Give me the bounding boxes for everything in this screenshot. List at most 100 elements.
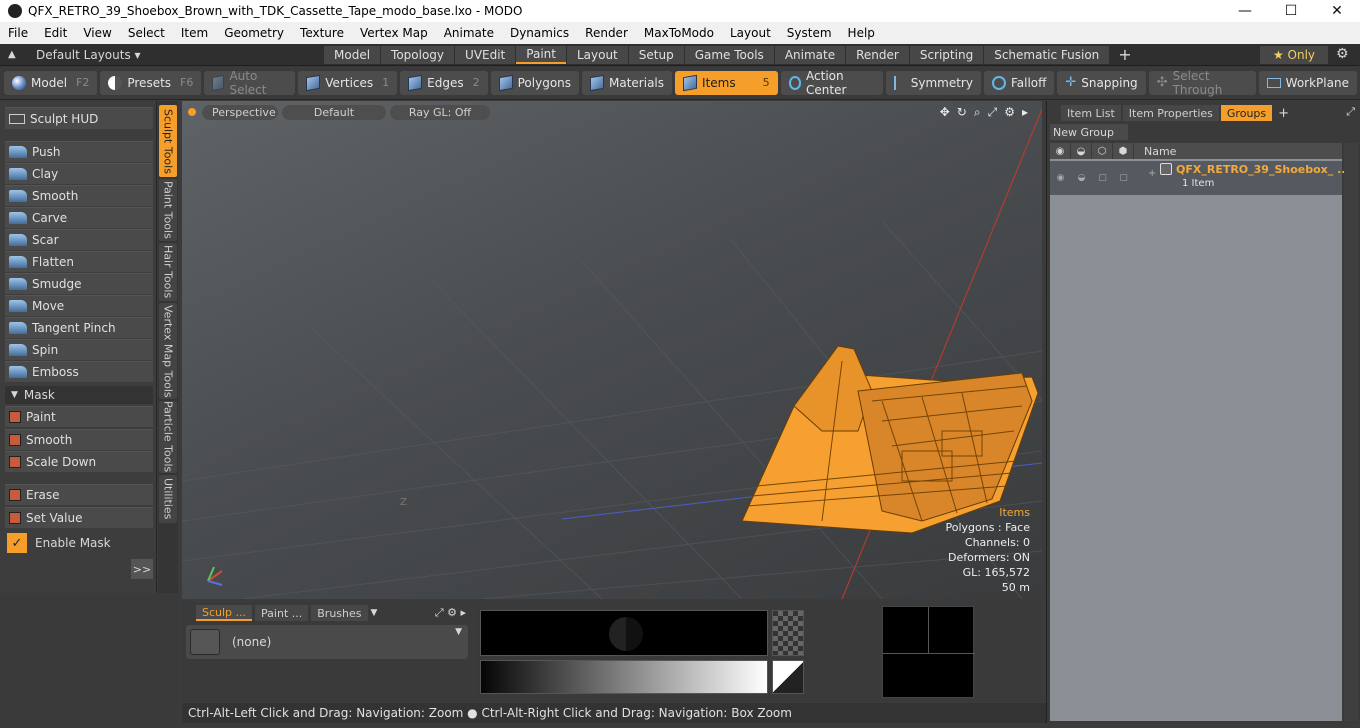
tab-model[interactable]: Model xyxy=(324,45,381,64)
mask-section-header[interactable]: ▼ Mask xyxy=(5,386,153,404)
pan-icon[interactable]: ✥ xyxy=(940,105,950,120)
menu-item[interactable]: Item xyxy=(173,26,216,40)
tab-paint-brush[interactable]: Paint ... xyxy=(255,605,309,621)
viewport-gear-icon[interactable]: ⚙ xyxy=(1004,105,1015,120)
add-panel-tab-button[interactable]: + xyxy=(1278,106,1289,121)
tool-flatten[interactable]: Flatten xyxy=(5,251,153,272)
tab-paint[interactable]: Paint xyxy=(516,45,566,64)
tool-spin[interactable]: Spin xyxy=(5,339,153,360)
row-select-checkbox[interactable]: ▢ xyxy=(1113,161,1134,195)
menu-help[interactable]: Help xyxy=(840,26,883,40)
tool-smudge[interactable]: Smudge xyxy=(5,273,153,294)
visibility-column-eye-icon[interactable]: ◉ xyxy=(1050,143,1071,159)
menu-system[interactable]: System xyxy=(779,26,840,40)
expand-row-icon[interactable]: + xyxy=(1148,168,1156,179)
vtab-sculpt-tools[interactable]: Sculpt Tools xyxy=(159,105,177,177)
vtab-utilities[interactable]: Utilities xyxy=(159,475,177,523)
shading-dropdown[interactable]: Default xyxy=(282,104,386,120)
set-value-button[interactable]: Set Value xyxy=(5,507,153,528)
tab-brushes[interactable]: Brushes xyxy=(311,605,368,621)
select-through-button[interactable]: ✣ Select Through xyxy=(1148,69,1256,97)
color-preview[interactable] xyxy=(480,610,768,656)
rotate-icon[interactable]: ↻ xyxy=(957,105,967,120)
viewport-more-icon[interactable]: ▸ xyxy=(1022,105,1028,120)
tab-setup[interactable]: Setup xyxy=(628,45,684,64)
mask-smooth-button[interactable]: Smooth xyxy=(5,429,153,450)
minimize-button[interactable]: — xyxy=(1222,0,1268,22)
tab-game-tools[interactable]: Game Tools xyxy=(684,45,774,64)
mask-scale-down-button[interactable]: Scale Down xyxy=(5,451,153,472)
row-eye-icon[interactable]: ◉ xyxy=(1050,161,1071,195)
render-column-icon[interactable]: ◒ xyxy=(1071,143,1092,159)
close-button[interactable]: ✕ xyxy=(1314,0,1360,22)
tab-uvedit[interactable]: UVEdit xyxy=(455,45,516,64)
brush-panel-icons[interactable]: ⤢ ⚙ ▸ xyxy=(435,606,466,620)
menu-view[interactable]: View xyxy=(75,26,119,40)
gear-icon[interactable]: ⚙ xyxy=(1336,46,1349,62)
groups-scrollbar[interactable] xyxy=(1344,143,1358,721)
tab-sculpt-brush[interactable]: Sculp ... xyxy=(196,605,253,621)
viewport-options-icon[interactable] xyxy=(188,108,196,116)
texture-preview[interactable] xyxy=(882,606,975,698)
value-gradient-bar[interactable] xyxy=(480,660,768,694)
materials-button[interactable]: Materials xyxy=(582,70,673,95)
group-row[interactable]: ◉ ◒ ▢ ▢ + QFX_RETRO_39_Shoebox_ ... 1 It… xyxy=(1050,161,1350,195)
tool-clay[interactable]: Clay xyxy=(5,163,153,184)
maximize-button[interactable]: ☐ xyxy=(1268,0,1314,22)
symmetry-button[interactable]: Symmetry xyxy=(885,70,981,95)
brush-selector[interactable]: (none) ▼ xyxy=(186,625,468,659)
model-mode-button[interactable]: Model F2 xyxy=(4,70,98,95)
vtab-paint-tools[interactable]: Paint Tools xyxy=(159,179,177,241)
select-column-icon[interactable]: ⬢ xyxy=(1113,143,1134,159)
menu-vertex-map[interactable]: Vertex Map xyxy=(352,26,436,40)
lock-column-icon[interactable]: ⬡ xyxy=(1092,143,1113,159)
alpha-swatch[interactable] xyxy=(772,610,804,656)
tool-scar[interactable]: Scar xyxy=(5,229,153,250)
tool-emboss[interactable]: Emboss xyxy=(5,361,153,382)
3d-viewport[interactable]: Perspective Default Ray GL: Off ✥ ↻ ⌕ ⤢ … xyxy=(182,101,1042,599)
action-center-button[interactable]: Action Center xyxy=(780,69,883,97)
menu-layout[interactable]: Layout xyxy=(722,26,779,40)
tab-layout[interactable]: Layout xyxy=(566,45,628,64)
tab-item-list[interactable]: Item List xyxy=(1061,105,1121,121)
fit-icon[interactable]: ⤢ xyxy=(988,105,998,120)
fg-bg-swatch[interactable] xyxy=(772,660,804,694)
menu-dynamics[interactable]: Dynamics xyxy=(502,26,577,40)
tool-smooth[interactable]: Smooth xyxy=(5,185,153,206)
sculpt-hud-button[interactable]: Sculpt HUD xyxy=(5,107,153,129)
view-type-dropdown[interactable]: Perspective xyxy=(202,104,278,120)
only-toggle[interactable]: ★ Only xyxy=(1260,46,1328,64)
polygons-button[interactable]: Polygons xyxy=(490,70,580,95)
raygl-toggle[interactable]: Ray GL: Off xyxy=(390,104,490,120)
expand-panel-icon[interactable]: ⤢ xyxy=(1346,105,1355,119)
presets-button[interactable]: Presets F6 xyxy=(100,70,202,95)
tab-groups[interactable]: Groups xyxy=(1220,105,1273,121)
menu-texture[interactable]: Texture xyxy=(292,26,352,40)
menu-edit[interactable]: Edit xyxy=(36,26,75,40)
tab-render[interactable]: Render xyxy=(846,45,909,64)
edges-button[interactable]: Edges 2 xyxy=(400,70,488,95)
row-render-icon[interactable]: ◒ xyxy=(1071,161,1092,195)
tab-scripting[interactable]: Scripting xyxy=(909,45,984,64)
tool-tangent-pinch[interactable]: Tangent Pinch xyxy=(5,317,153,338)
items-button[interactable]: Items 5 xyxy=(675,70,778,95)
tool-move[interactable]: Move xyxy=(5,295,153,316)
new-group-button[interactable]: New Group xyxy=(1050,124,1128,140)
menu-file[interactable]: File xyxy=(0,26,36,40)
tab-animate[interactable]: Animate xyxy=(774,45,846,64)
tool-carve[interactable]: Carve xyxy=(5,207,153,228)
menu-render[interactable]: Render xyxy=(577,26,636,40)
vtab-hair-tools[interactable]: Hair Tools xyxy=(159,243,177,301)
mask-paint-button[interactable]: Paint xyxy=(5,406,153,427)
add-tab-button[interactable]: + xyxy=(1118,45,1131,64)
zoom-icon[interactable]: ⌕ xyxy=(974,105,981,120)
enable-mask-checkbox[interactable]: ✓ Enable Mask xyxy=(7,533,111,553)
menu-animate[interactable]: Animate xyxy=(436,26,502,40)
menu-select[interactable]: Select xyxy=(120,26,173,40)
snapping-button[interactable]: ✛ Snapping xyxy=(1057,70,1146,95)
tab-schematic-fusion[interactable]: Schematic Fusion xyxy=(984,45,1110,64)
erase-button[interactable]: Erase xyxy=(5,484,153,505)
vtab-particle-tools[interactable]: Particle Tools xyxy=(159,401,177,473)
tab-item-properties[interactable]: Item Properties xyxy=(1122,105,1219,121)
vertices-button[interactable]: Vertices 1 xyxy=(298,70,398,95)
